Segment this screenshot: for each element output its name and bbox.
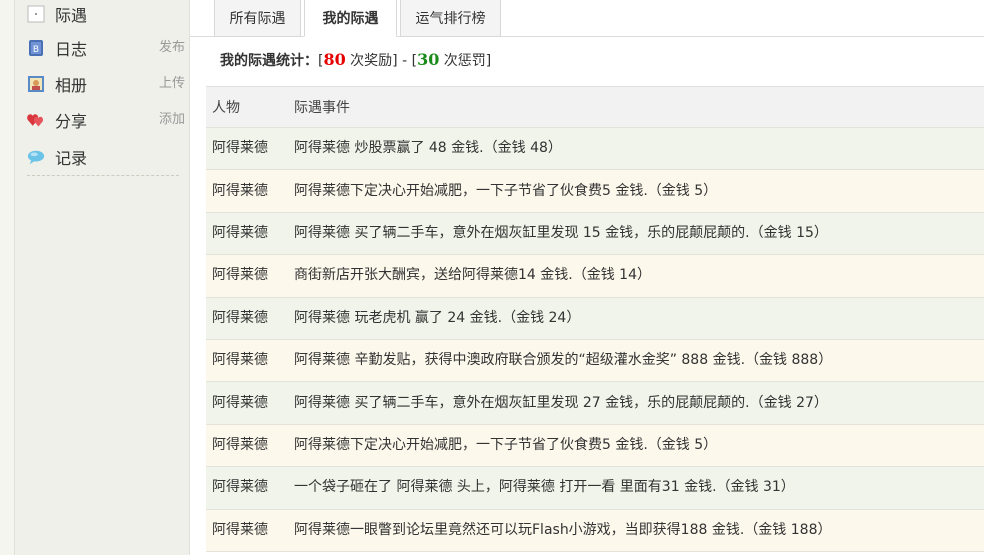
event-cell: 一个袋子砸在了 阿得莱德 头上，阿得莱德 打开一看 里面有31 金钱.（金钱 3… [294, 479, 795, 496]
album-icon [27, 75, 45, 93]
table-row: 阿得莱德 商街新店开张大酬宾，送给阿得莱德14 金钱.（金钱 14） [206, 255, 984, 298]
penalty-text: 次惩罚] [439, 53, 492, 69]
event-cell: 阿得莱德 买了辆二手车，意外在烟灰缸里发现 15 金钱，乐的屁颠屁颠的.（金钱 … [294, 224, 828, 241]
sidebar-item-encounters[interactable]: 际遇 [27, 0, 185, 28]
stats-separator: - [397, 53, 412, 69]
tab-all-encounters[interactable]: 所有际遇 [214, 0, 301, 37]
event-cell: 阿得莱德下定决心开始减肥，一下子节省了伙食费5 金钱.（金钱 5） [294, 436, 718, 453]
sidebar: 际遇 B 日志 发布 相册 上传 分享 添加 记录 [14, 0, 190, 555]
sidebar-item-share[interactable]: 分享 添加 [27, 106, 185, 134]
tab-luck-ranking[interactable]: 运气排行榜 [400, 0, 501, 37]
upload-link[interactable]: 上传 [159, 72, 185, 91]
reward-count: 80 [323, 50, 346, 69]
table-row: 阿得莱德 一个袋子砸在了 阿得莱德 头上，阿得莱德 打开一看 里面有31 金钱.（… [206, 467, 984, 510]
encounter-table: 人物 际遇事件 阿得莱德 阿得莱德 炒股票赢了 48 金钱.（金钱 48） 阿得莱德… [206, 86, 984, 552]
event-cell: 阿得莱德 买了辆二手车，意外在烟灰缸里发现 27 金钱，乐的屁颠屁颠的.（金钱 … [294, 394, 828, 411]
stats-label: 我的际遇统计： [220, 53, 318, 69]
sidebar-item-label: 记录 [55, 149, 88, 168]
reward-text: 次奖励] [345, 53, 398, 69]
main-content: 所有际遇 我的际遇 运气排行榜 我的际遇统计：[80 次奖励] - [30 次惩… [190, 0, 984, 555]
tab-label: 所有际遇 [229, 11, 286, 27]
table-row: 阿得莱德 阿得莱德一眼瞥到论坛里竟然还可以玩Flash小游戏，当即获得188 金钱… [206, 509, 984, 552]
person-cell: 阿得莱德 [212, 352, 268, 369]
tab-label: 我的际遇 [322, 11, 379, 27]
table-row: 阿得莱德 阿得莱德下定决心开始减肥，一下子节省了伙食费5 金钱.（金钱 5） [206, 424, 984, 468]
person-cell: 阿得莱德 [212, 309, 268, 326]
person-cell: 阿得莱德 [212, 394, 268, 411]
event-cell: 阿得莱德 辛勤发贴，获得中澳政府联合颁发的“超级灌水金奖” 888 金钱.（金钱… [294, 352, 833, 369]
sidebar-item-records[interactable]: 记录 [27, 143, 185, 171]
tab-my-encounters[interactable]: 我的际遇 [304, 0, 397, 37]
event-cell: 阿得莱德 炒股票赢了 48 金钱.（金钱 48） [294, 140, 562, 157]
person-cell: 阿得莱德 [212, 521, 268, 538]
penalty-count: 30 [417, 50, 440, 69]
encounter-icon [27, 5, 45, 23]
tab-label: 运气排行榜 [415, 11, 486, 27]
person-cell: 阿得莱德 [212, 140, 268, 157]
sidebar-divider [27, 175, 179, 176]
sidebar-item-label: 日志 [55, 40, 88, 59]
event-cell: 阿得莱德一眼瞥到论坛里竟然还可以玩Flash小游戏，当即获得188 金钱.（金钱… [294, 521, 832, 538]
svg-text:B: B [33, 45, 39, 55]
sidebar-item-label: 分享 [55, 112, 88, 131]
sidebar-item-label: 相册 [55, 76, 88, 95]
table-row: 阿得莱德 阿得莱德 玩老虎机 赢了 24 金钱.（金钱 24） [206, 297, 984, 340]
speech-bubble-icon [27, 148, 45, 166]
encounter-stats: 我的际遇统计：[80 次奖励] - [30 次惩罚] [220, 50, 491, 72]
table-row: 阿得莱德 阿得莱德 买了辆二手车，意外在烟灰缸里发现 27 金钱，乐的屁颠屁颠的.… [206, 382, 984, 425]
sidebar-item-album[interactable]: 相册 上传 [27, 70, 185, 98]
add-link[interactable]: 添加 [159, 108, 185, 127]
person-cell: 阿得莱德 [212, 267, 268, 284]
table-row: 阿得莱德 阿得莱德 炒股票赢了 48 金钱.（金钱 48） [206, 128, 984, 171]
column-header-person: 人物 [212, 100, 240, 116]
tab-bar: 所有际遇 我的际遇 运气排行榜 [190, 0, 984, 37]
event-cell: 商街新店开张大酬宾，送给阿得莱德14 金钱.（金钱 14） [294, 267, 651, 284]
table-row: 阿得莱德 阿得莱德 辛勤发贴，获得中澳政府联合颁发的“超级灌水金奖” 888 金钱… [206, 339, 984, 383]
sidebar-item-label: 际遇 [55, 6, 88, 25]
share-hearts-icon [27, 111, 45, 129]
person-cell: 阿得莱德 [212, 479, 268, 496]
journal-icon: B [27, 39, 45, 57]
table-row: 阿得莱德 阿得莱德下定决心开始减肥，一下子节省了伙食费5 金钱.（金钱 5） [206, 170, 984, 213]
event-cell: 阿得莱德 玩老虎机 赢了 24 金钱.（金钱 24） [294, 309, 581, 326]
event-cell: 阿得莱德下定决心开始减肥，一下子节省了伙食费5 金钱.（金钱 5） [294, 182, 718, 199]
sidebar-item-journal[interactable]: B 日志 发布 [27, 34, 185, 62]
table-header: 人物 际遇事件 [206, 86, 984, 128]
person-cell: 阿得莱德 [212, 182, 268, 199]
publish-link[interactable]: 发布 [159, 36, 185, 55]
person-cell: 阿得莱德 [212, 224, 268, 241]
table-row: 阿得莱德 阿得莱德 买了辆二手车，意外在烟灰缸里发现 15 金钱，乐的屁颠屁颠的.… [206, 212, 984, 256]
left-margin [0, 0, 14, 555]
person-cell: 阿得莱德 [212, 436, 268, 453]
column-header-event: 际遇事件 [294, 100, 350, 116]
